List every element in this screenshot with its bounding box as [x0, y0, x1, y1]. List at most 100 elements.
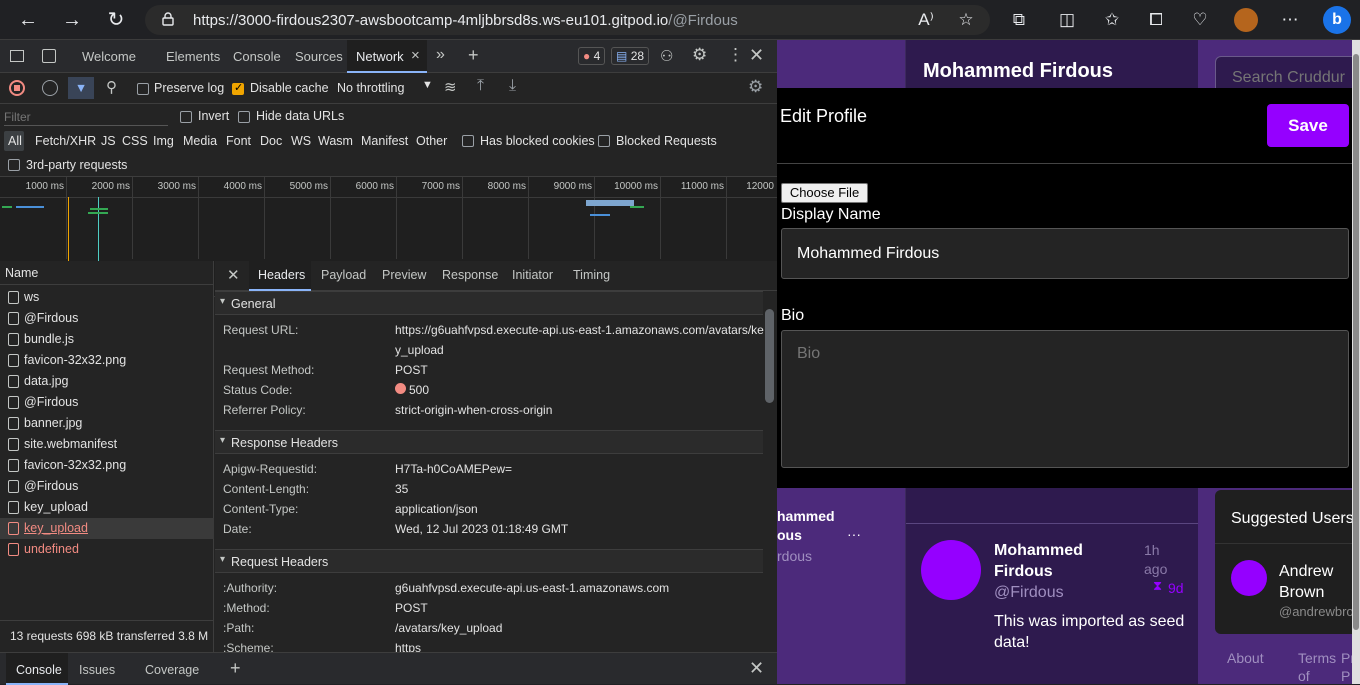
tab-console[interactable]: Console [233, 49, 281, 64]
footer-link-terms[interactable]: Terms [1298, 650, 1336, 666]
feedback-icon[interactable]: ⚇ [660, 47, 673, 65]
favorites-icon[interactable]: ✩ [1101, 9, 1123, 31]
tab-elements[interactable]: Elements [166, 49, 220, 64]
request-row[interactable]: data.jpg [0, 371, 214, 392]
preserve-log-checkbox[interactable] [137, 83, 149, 95]
tab-timing[interactable]: Timing [573, 268, 610, 282]
filter-ws[interactable]: WS [291, 134, 311, 148]
bio-textarea[interactable] [781, 330, 1349, 468]
footer-link-about[interactable]: About [1227, 650, 1264, 666]
back-icon[interactable]: ← [14, 6, 42, 34]
tab-preview[interactable]: Preview [382, 268, 426, 282]
filter-input[interactable] [4, 108, 168, 126]
favorite-star-icon[interactable]: ☆ [955, 9, 977, 31]
profile-avatar[interactable] [1234, 8, 1258, 32]
close-drawer-icon[interactable]: ✕ [749, 658, 764, 679]
request-row[interactable]: site.webmanifest [0, 434, 214, 455]
post-avatar[interactable] [921, 540, 981, 600]
drawer-tab-coverage[interactable]: Coverage [145, 663, 199, 677]
has-blocked-cookies-checkbox[interactable] [462, 135, 474, 147]
third-party-checkbox[interactable] [8, 159, 20, 171]
more-options-icon[interactable]: ⋮ [727, 45, 744, 65]
details-scrollbar-thumb[interactable] [765, 309, 774, 403]
request-row[interactable]: undefined [0, 539, 214, 560]
filter-css[interactable]: CSS [122, 134, 148, 148]
bing-copilot-icon[interactable]: b [1323, 6, 1351, 34]
drawer-tab-issues[interactable]: Issues [79, 663, 115, 677]
close-tab-icon[interactable]: × [411, 47, 420, 64]
request-row[interactable]: @Firdous [0, 476, 214, 497]
forward-icon[interactable]: → [58, 6, 86, 34]
more-options-icon[interactable]: ··· [847, 526, 861, 542]
page-scrollbar-thumb[interactable] [1353, 54, 1359, 630]
device-toolbar-icon[interactable] [42, 49, 56, 63]
section-request-headers[interactable]: Request Headers [215, 549, 763, 573]
filter-fetch-xhr[interactable]: Fetch/XHR [35, 134, 96, 148]
filter-funnel-icon[interactable]: ▼ [68, 77, 94, 99]
request-row[interactable]: favicon-32x32.png [0, 350, 214, 371]
more-tabs-icon[interactable]: » [436, 46, 445, 64]
filter-manifest[interactable]: Manifest [361, 134, 408, 148]
section-response-headers[interactable]: Response Headers [215, 430, 763, 454]
settings-gear-icon[interactable]: ⚙ [692, 45, 707, 65]
close-details-icon[interactable]: ✕ [227, 266, 240, 284]
footer-link-privacy-cont[interactable]: P [1341, 668, 1350, 684]
add-tab-icon[interactable]: + [468, 45, 479, 66]
network-conditions-icon[interactable]: ≋ [444, 78, 457, 96]
filter-media[interactable]: Media [183, 134, 217, 148]
request-row[interactable]: favicon-32x32.png [0, 455, 214, 476]
filter-img[interactable]: Img [153, 134, 174, 148]
filter-other[interactable]: Other [416, 134, 447, 148]
tab-network[interactable]: Network [356, 49, 404, 64]
post-author-name-cont[interactable]: Firdous [994, 563, 1053, 581]
address-bar[interactable]: https://3000-firdous2307-awsbootcamp-4ml… [145, 5, 990, 35]
throttling-select[interactable]: No throttling [337, 81, 404, 95]
request-row[interactable]: ws [0, 287, 214, 308]
display-name-input[interactable] [781, 228, 1349, 279]
tab-welcome[interactable]: Welcome [82, 49, 136, 64]
suggested-user-name-cont[interactable]: Brown [1279, 584, 1324, 602]
disable-cache-checkbox[interactable] [232, 81, 244, 95]
read-aloud-icon[interactable]: A⁾ [915, 9, 937, 31]
name-column-header[interactable]: Name [0, 261, 214, 285]
filter-font[interactable]: Font [226, 134, 251, 148]
record-stop-icon[interactable] [9, 80, 25, 96]
network-settings-gear-icon[interactable]: ⚙ [748, 77, 763, 97]
close-devtools-icon[interactable]: ✕ [749, 45, 764, 66]
suggested-user-avatar[interactable] [1231, 560, 1267, 596]
extensions-icon[interactable]: ⧉ [1008, 9, 1030, 31]
filter-all[interactable]: All [8, 134, 22, 148]
export-har-icon[interactable]: ⤓ [509, 77, 516, 95]
inspect-element-icon[interactable] [10, 50, 24, 62]
request-row[interactable]: bundle.js [0, 329, 214, 350]
blocked-requests-checkbox[interactable] [598, 135, 610, 147]
tab-payload[interactable]: Payload [321, 268, 366, 282]
save-button[interactable]: Save [1267, 104, 1349, 147]
post-author-name[interactable]: Mohammed [994, 542, 1083, 560]
tab-initiator[interactable]: Initiator [512, 268, 553, 282]
import-har-icon[interactable]: ⤒ [477, 77, 484, 95]
request-row[interactable]: @Firdous [0, 308, 214, 329]
invert-checkbox[interactable] [180, 111, 192, 123]
request-row[interactable]: banner.jpg [0, 413, 214, 434]
refresh-icon[interactable]: ↻ [102, 6, 130, 34]
tab-sources[interactable]: Sources [295, 49, 343, 64]
drawer-tab-console[interactable]: Console [16, 663, 62, 677]
tab-headers[interactable]: Headers [258, 268, 305, 282]
message-count-badge[interactable]: ▤ 28 [611, 47, 650, 65]
suggested-user-name[interactable]: Andrew [1279, 563, 1333, 581]
add-drawer-tab-icon[interactable]: + [230, 658, 241, 679]
split-screen-icon[interactable]: ◫ [1056, 9, 1078, 31]
search-icon[interactable]: ⚲ [106, 78, 117, 96]
clear-icon[interactable] [42, 80, 58, 96]
tab-response[interactable]: Response [442, 268, 498, 282]
request-row[interactable]: @Firdous [0, 392, 214, 413]
section-general[interactable]: General [215, 291, 763, 315]
filter-doc[interactable]: Doc [260, 134, 282, 148]
request-row[interactable]: key_upload [0, 497, 214, 518]
more-menu-icon[interactable]: ⋯ [1279, 9, 1301, 31]
collections-icon[interactable]: ⧠ [1145, 9, 1167, 31]
filter-js[interactable]: JS [101, 134, 116, 148]
chevron-down-icon[interactable]: ▼ [422, 79, 433, 91]
request-row-selected[interactable]: key_upload [0, 518, 214, 539]
